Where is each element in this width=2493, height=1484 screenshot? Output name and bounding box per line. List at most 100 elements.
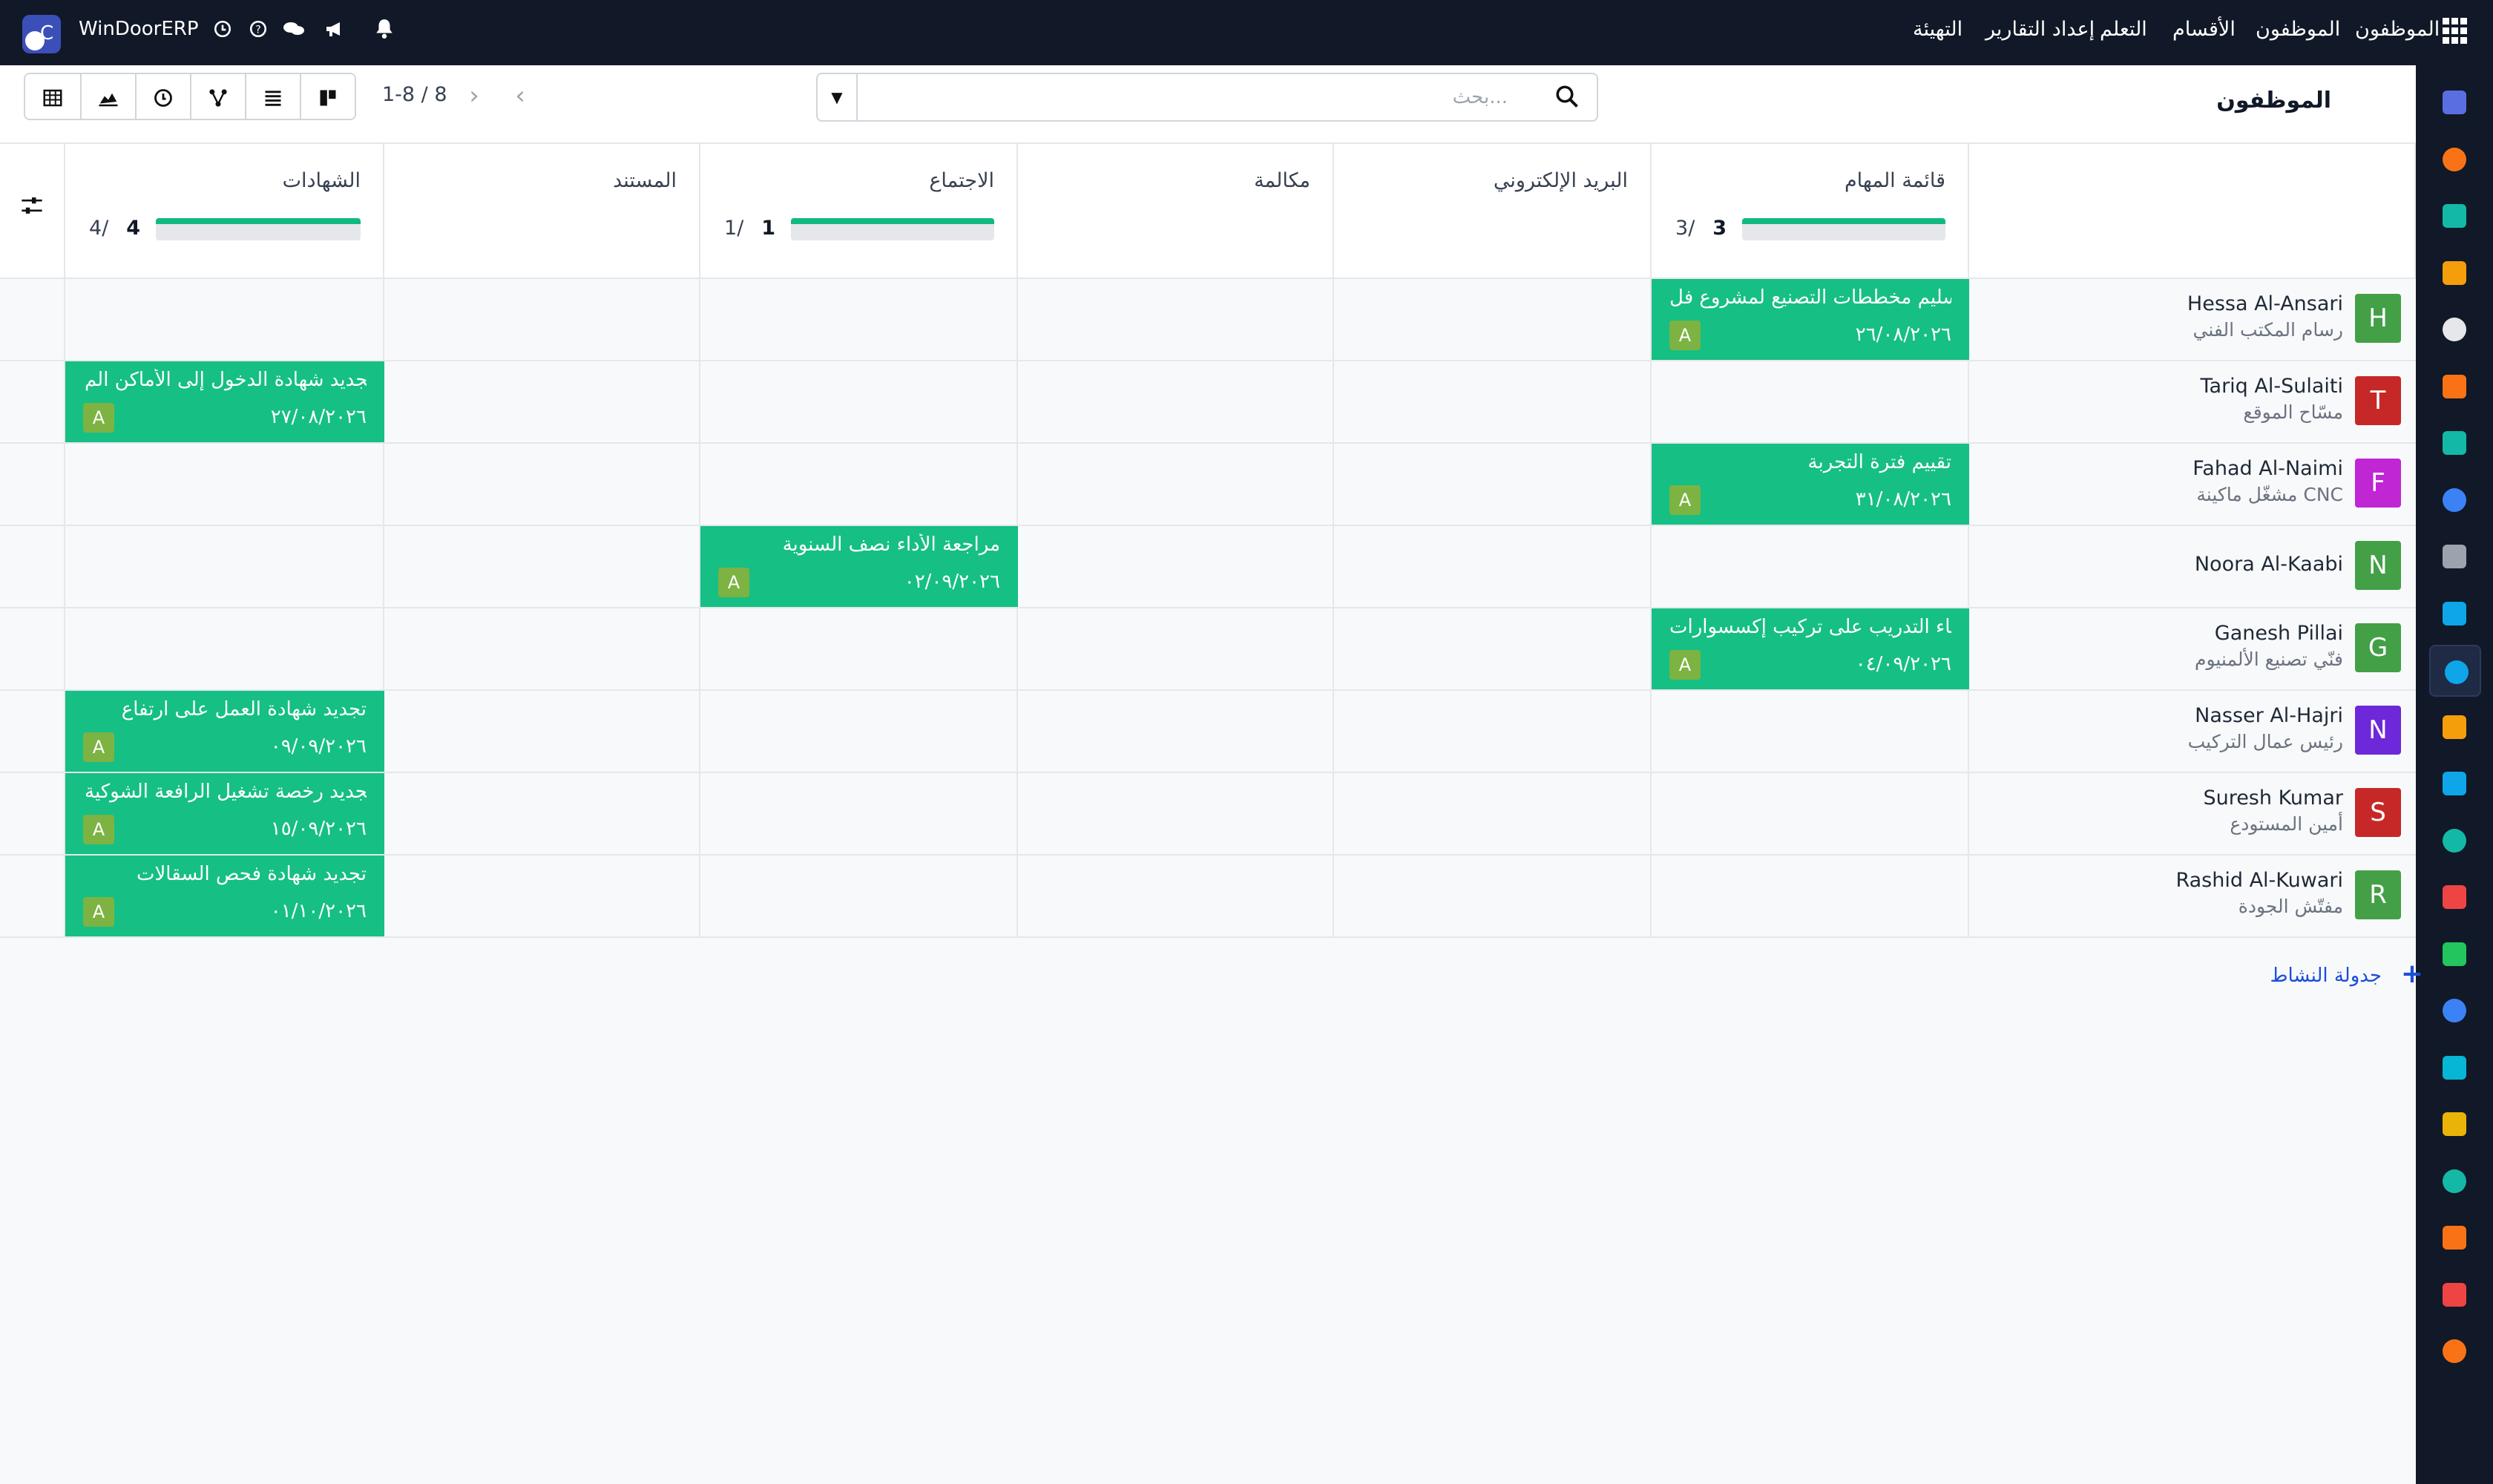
clock-icon[interactable] — [209, 18, 236, 47]
activity-card[interactable]: تقييم فترة التجربة ٣١/٠٨/٢٠٢٦ A — [1652, 444, 1969, 525]
pivot-view-button[interactable] — [25, 74, 80, 119]
grid-cell[interactable] — [1018, 526, 1334, 607]
grid-cell[interactable] — [65, 444, 384, 525]
grid-cell[interactable] — [1018, 279, 1334, 360]
megaphone-icon[interactable] — [322, 18, 349, 47]
nav-learning[interactable]: التعلم — [2100, 18, 2147, 41]
progress-bar[interactable] — [156, 218, 361, 240]
grid-cell[interactable] — [384, 773, 700, 854]
grid-cell[interactable] — [384, 691, 700, 772]
grid-cell[interactable] — [1334, 608, 1652, 689]
grid-cell[interactable] — [1652, 691, 1969, 772]
bank-app-icon[interactable] — [2437, 1163, 2472, 1199]
grid-cell[interactable] — [0, 279, 65, 360]
grid-cell[interactable] — [0, 526, 65, 607]
activity-card[interactable]: تسليم مخططات التصنيع لمشروع فل... ٢٦/٠٨/٢… — [1652, 279, 1969, 360]
plus-icon[interactable]: + — [2401, 959, 2423, 989]
pager-value[interactable]: 1-8 / 8 — [382, 83, 447, 106]
telegram-app-icon[interactable] — [2437, 1106, 2472, 1142]
grid-cell[interactable] — [700, 444, 1018, 525]
employee-cell[interactable]: Fahad Al-Naimi مشغّل ماكينة CNC F — [1969, 444, 2416, 525]
user-avatar[interactable]: A — [1669, 485, 1701, 515]
grid-cell[interactable] — [1652, 773, 1969, 854]
dashboard-app-icon[interactable] — [2437, 879, 2472, 915]
timer-app-icon[interactable] — [2437, 993, 2472, 1028]
user-avatar[interactable]: A — [83, 403, 114, 433]
grid-cell[interactable] — [1334, 856, 1652, 936]
products-app-icon[interactable] — [2437, 539, 2472, 574]
discuss-app-icon[interactable] — [2437, 142, 2472, 177]
grid-cell[interactable] — [384, 608, 700, 689]
grid-cell[interactable] — [1018, 691, 1334, 772]
employee-name[interactable]: Fahad Al-Naimi — [2193, 457, 2343, 480]
employee-name[interactable]: Suresh Kumar — [2203, 787, 2343, 810]
apps-menu-icon[interactable] — [2443, 18, 2469, 45]
employee-name[interactable]: Ganesh Pillai — [2215, 622, 2343, 645]
grid-cell[interactable] — [1334, 279, 1652, 360]
kanban-view-button[interactable] — [300, 74, 355, 119]
search-icon[interactable] — [1554, 83, 1583, 113]
inventory-app-icon[interactable] — [2437, 312, 2472, 347]
activity-card[interactable]: تجديد شهادة الدخول إلى الأماكن الم... ٢٧/… — [65, 361, 384, 442]
grid-cell[interactable] — [1652, 361, 1969, 442]
grid-cell[interactable] — [1334, 773, 1652, 854]
grid-cell[interactable] — [1334, 526, 1652, 607]
analytics-app-icon[interactable] — [2437, 1277, 2472, 1313]
mail-app-icon[interactable] — [2437, 85, 2472, 120]
contacts-app-icon[interactable] — [2437, 369, 2472, 404]
grid-cell[interactable] — [384, 856, 700, 936]
list-view-button[interactable] — [245, 74, 300, 119]
grid-cell[interactable] — [1652, 526, 1969, 607]
calendar-app-icon[interactable] — [2437, 709, 2472, 745]
todo-app-icon[interactable] — [2437, 425, 2472, 461]
employee-cell[interactable]: Nasser Al-Hajri رئيس عمال التركيب N — [1969, 691, 2416, 772]
user-avatar[interactable]: A — [1669, 650, 1701, 680]
user-avatar[interactable]: A — [83, 815, 114, 844]
project-app-icon[interactable] — [2437, 198, 2472, 234]
grid-cell[interactable] — [1334, 361, 1652, 442]
bell-icon[interactable] — [371, 18, 398, 47]
avatar[interactable]: N — [2355, 706, 2401, 755]
grid-cell[interactable] — [700, 773, 1018, 854]
avatar[interactable]: N — [2355, 541, 2401, 590]
avatar[interactable]: T — [2355, 376, 2401, 425]
grid-cell[interactable] — [1018, 361, 1334, 442]
avatar[interactable]: R — [2355, 870, 2401, 919]
employee-name[interactable]: Hessa Al-Ansari — [2187, 292, 2343, 315]
pager-previous-icon[interactable]: ‹ — [500, 76, 540, 116]
employees-app-icon[interactable] — [2429, 645, 2481, 697]
grid-cell[interactable] — [700, 361, 1018, 442]
settings-app-icon[interactable] — [2437, 1333, 2472, 1369]
company-name[interactable]: WinDoorERP — [79, 18, 199, 40]
progress-bar[interactable] — [1742, 218, 1945, 240]
grid-cell[interactable] — [65, 526, 384, 607]
nav-reporting[interactable]: إعداد التقارير — [1985, 18, 2095, 41]
search-input[interactable]: بحث... — [1453, 86, 1508, 108]
grid-cell[interactable] — [0, 856, 65, 936]
employee-name[interactable]: Tariq Al-Sulaiti — [2201, 375, 2344, 398]
avatar[interactable]: H — [2355, 294, 2401, 343]
chat-icon[interactable] — [280, 18, 307, 47]
avatar[interactable]: G — [2355, 623, 2401, 672]
grid-cell[interactable] — [700, 856, 1018, 936]
activity-card[interactable]: تجديد شهادة العمل على ارتفاع ٠٩/٠٩/٢٠٢٦ A — [65, 691, 384, 772]
grid-cell[interactable] — [700, 691, 1018, 772]
help-icon[interactable]: ? — [245, 18, 272, 47]
grid-cell[interactable] — [0, 361, 65, 442]
activity-card[interactable]: تجديد رخصة تشغيل الرافعة الشوكية ١٥/٠٩/٢٠… — [65, 773, 384, 854]
employee-cell[interactable]: Ganesh Pillai فنّي تصنيع الألمنيوم G — [1969, 608, 2416, 689]
hierarchy-view-button[interactable] — [190, 74, 245, 119]
employee-cell[interactable]: Noora Al-Kaabi N — [1969, 526, 2416, 607]
sign-app-icon[interactable] — [2437, 766, 2472, 801]
grid-cell[interactable] — [1018, 773, 1334, 854]
grid-cell[interactable] — [384, 526, 700, 607]
grid-cell[interactable] — [65, 279, 384, 360]
pager-next-icon[interactable]: › — [454, 76, 494, 116]
user-avatar[interactable]: A — [83, 732, 114, 762]
grid-cell[interactable] — [0, 608, 65, 689]
appraisal-app-icon[interactable] — [2437, 823, 2472, 858]
grid-cell[interactable] — [1018, 608, 1334, 689]
nav-settings[interactable]: التهيئة — [1913, 18, 1962, 41]
grid-cell[interactable] — [1334, 691, 1652, 772]
progress-bar[interactable] — [791, 218, 994, 240]
